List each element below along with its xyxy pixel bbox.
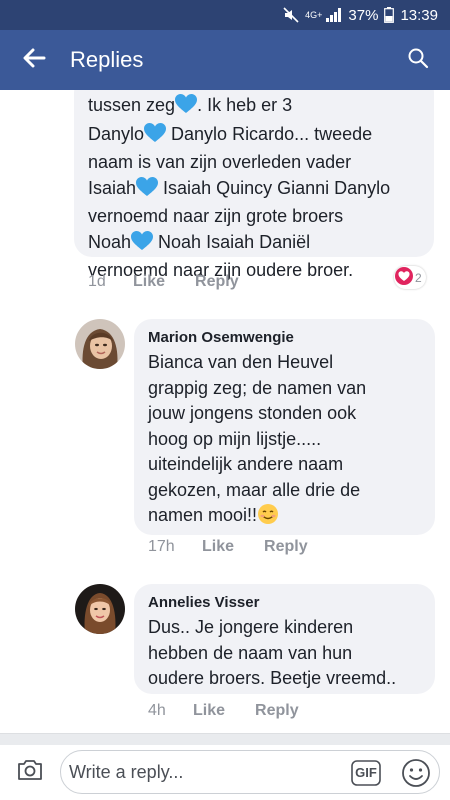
replies-list[interactable]: tussen zeg. Ik heb er 3 Danylo Danylo Ri… [0,90,450,745]
comment-bubble: tussen zeg. Ik heb er 3 Danylo Danylo Ri… [74,90,434,280]
smile-emoji-icon [257,503,279,533]
heart-reaction-icon [395,267,413,288]
battery-percent: 37% [348,6,379,24]
comment-text: Bianca van den Heuvel grappig zeg; de na… [148,350,421,533]
blue-heart-icon [175,94,198,122]
clock: 13:39 [400,6,438,24]
blue-heart-icon [144,122,167,151]
reply-input-container: GIF [60,750,440,794]
reply-input[interactable] [69,757,339,787]
battery-icon [384,7,395,23]
comment-bubble: Marion Osemwengie Bianca van den Heuvel … [134,319,435,535]
comment-actions: 1d Like Reply [88,273,239,291]
like-button[interactable]: Like [133,273,165,291]
reply-button[interactable]: Reply [195,273,239,291]
camera-button[interactable] [14,757,46,787]
status-bar: 4G+ 37% 13:39 [0,0,450,30]
back-arrow-icon [22,48,46,73]
comment-text: Dus.. Je jongere kinderen hebben de naam… [148,617,397,688]
avatar[interactable] [75,319,125,369]
comment-actions: 17h Like Reply [148,538,308,556]
emoji-button[interactable] [401,758,431,788]
gif-button[interactable]: GIF [351,760,381,786]
camera-icon [16,758,44,787]
reply-button[interactable]: Reply [264,538,308,556]
avatar[interactable] [75,584,125,634]
like-button[interactable]: Like [193,702,225,720]
blue-heart-icon [131,230,154,259]
back-button[interactable] [18,44,50,76]
signal-icon [326,8,342,22]
blue-heart-icon [136,176,159,205]
like-button[interactable]: Like [202,538,234,556]
search-button[interactable] [402,44,434,76]
status-icons: 4G+ 37% 13:39 [283,0,438,30]
comment-time: 1d [88,273,106,290]
page-title: Replies [70,47,144,72]
comment-actions: 4h Like Reply [148,702,299,720]
reaction-number: 2 [415,270,422,285]
comment-time: 4h [148,702,166,719]
gif-label: GIF [355,765,377,780]
comment-author[interactable]: Annelies Visser [148,594,421,611]
comment-bubble: Annelies Visser Dus.. Je jongere kindere… [134,584,435,694]
reaction-count[interactable]: 2 [394,266,426,289]
divider [0,733,450,745]
comment-author[interactable]: Marion Osemwengie [148,329,421,346]
comment-time: 17h [148,538,175,555]
reply-button[interactable]: Reply [255,702,299,720]
emoji-icon [401,759,431,792]
mute-icon [283,7,299,23]
search-icon [407,47,429,74]
comment-text: tussen zeg. Ik heb er 3 Danylo Danylo Ri… [88,94,391,280]
network-type: 4G+ [305,9,323,20]
reply-composer: GIF [0,745,450,800]
app-bar: Replies [0,30,450,90]
